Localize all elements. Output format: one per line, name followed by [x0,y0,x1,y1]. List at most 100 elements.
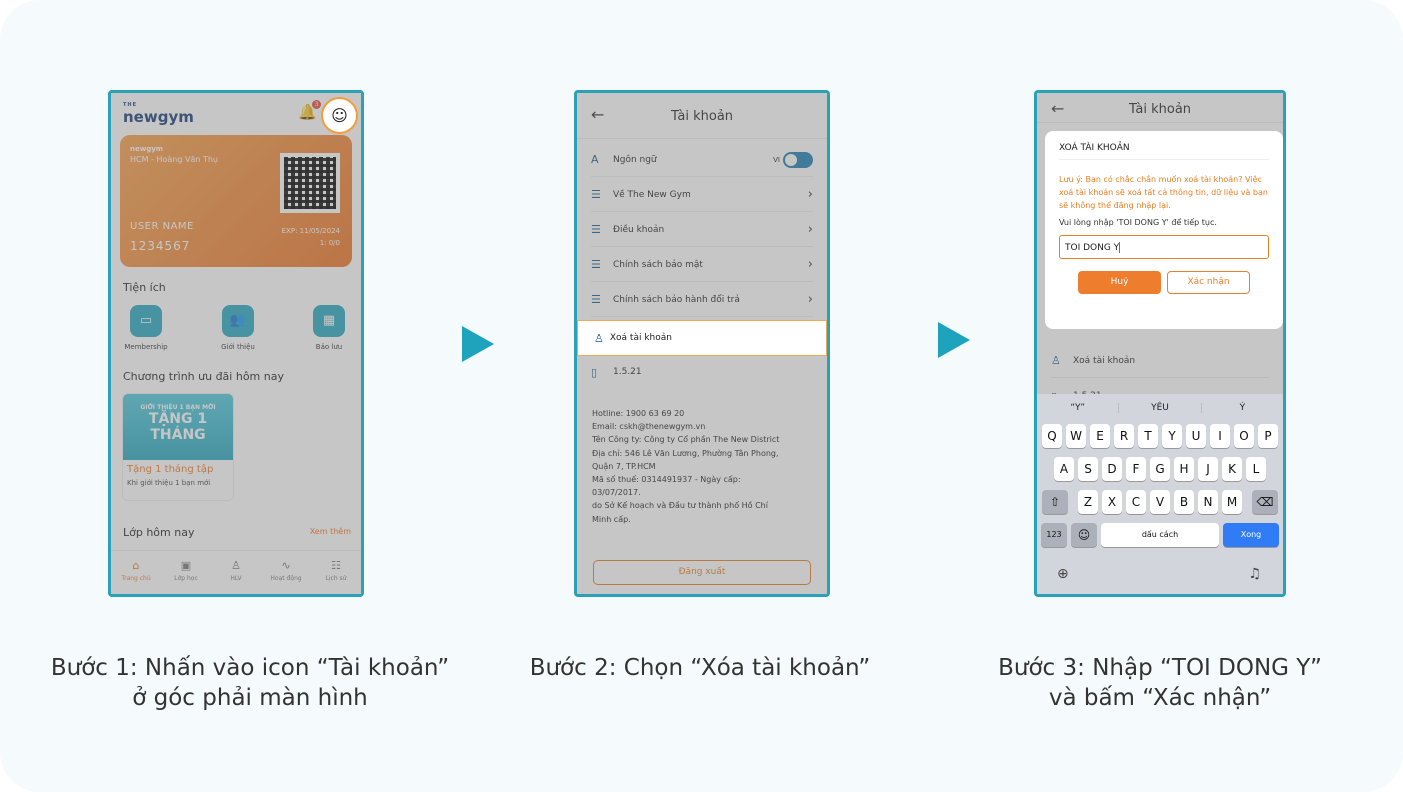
key[interactable]: Y [1162,424,1182,448]
suggestion[interactable]: “Y” [1037,403,1120,413]
step-arrow-1 [462,326,494,362]
card-user-name: USER NAME [130,221,194,232]
delete-user-icon: ♙ [1051,354,1061,367]
modal-title: XOÁ TÀI KHOẢN [1059,143,1269,160]
key[interactable]: C [1126,490,1146,514]
phone-screen-home: THE newgym 🔔 3 newgym HCM - Hoàng Văn Thụ… [108,90,364,597]
key[interactable]: P [1258,424,1278,448]
version-row: ▯ 1.5.21 [591,355,813,389]
menu-warranty[interactable]: ☰ Chính sách bảo hành đổi trả › [591,283,813,317]
microphone-icon[interactable]: ♫ [1248,566,1261,582]
card-brand: newgym [130,145,164,153]
key[interactable]: H [1174,457,1194,481]
utility-freeze[interactable]: ▦ Bảo lưu [299,305,359,351]
menu-privacy[interactable]: ☰ Chính sách bảo mật › [591,248,813,282]
confirm-text-input[interactable]: TOI DONG Y [1059,235,1269,259]
key[interactable]: R [1114,424,1134,448]
utility-referral[interactable]: 👥 Giới thiệu [208,305,268,351]
delete-account-row[interactable]: ♙ Xoá tài khoản [1051,344,1269,378]
logout-button[interactable]: Đăng xuất [593,560,811,585]
step-3-caption: Bước 3: Nhập “TOI DONG Y” và bấm “Xác nhậ… [998,655,1322,711]
numbers-key[interactable]: 123 [1041,523,1067,547]
key[interactable]: G [1150,457,1170,481]
key[interactable]: I [1210,424,1230,448]
version-text: 1.5.21 [613,367,642,377]
nav-classes[interactable]: ▣ Lớp học [161,551,211,594]
done-key[interactable]: Xong [1223,523,1279,547]
nav-activity[interactable]: ∿ Hoạt động [261,551,311,594]
utility-label: Membership [124,343,168,351]
account-icon: ☺ [331,106,348,125]
key[interactable]: T [1138,424,1158,448]
utility-label: Giới thiệu [221,343,255,351]
account-button[interactable]: ☺ [321,97,358,134]
key[interactable]: L [1246,457,1266,481]
utilities-title: Tiện ích [123,281,166,294]
utility-membership[interactable]: ▭ Membership [116,305,176,351]
suggestion[interactable]: Ý [1202,403,1283,413]
phone-screen-account: ← Tài khoản A Ngôn ngữ VI ☰ Về The New Gy… [574,90,830,597]
key[interactable]: X [1102,490,1122,514]
account-topbar: ← Tài khoản [577,93,827,139]
key[interactable]: U [1186,424,1206,448]
key[interactable]: Z [1078,490,1098,514]
newgym-logo: THE newgym [123,102,194,127]
key[interactable]: J [1198,457,1218,481]
key[interactable]: F [1126,457,1146,481]
promo-section-title: Chương trình ưu đãi hôm nay [123,370,284,383]
emoji-key[interactable]: ☺ [1071,523,1097,547]
backspace-key[interactable]: ⌫ [1252,490,1278,514]
key[interactable]: N [1198,490,1218,514]
see-more-link[interactable]: Xem thêm [310,527,351,536]
phone-screen-confirm: ← Tài khoản ♙Xoá tài khoản ▯1.5.21 XOÁ T… [1034,90,1286,597]
chevron-right-icon: › [807,257,813,272]
suggestion-bar: “Y” YÊU Ý [1037,394,1283,422]
translate-icon: A [591,153,599,166]
delete-account-row[interactable]: ♙ Xoá tài khoản [577,320,827,356]
company-info: Hotline: 1900 63 69 20 Email: cskh@thenew… [592,409,780,524]
key[interactable]: E [1090,424,1110,448]
chevron-right-icon: › [807,222,813,237]
space-key[interactable]: dấu cách [1101,523,1219,547]
list-icon: ☰ [591,293,601,306]
list-icon: ☰ [591,188,601,201]
promo-card[interactable]: GIỚI THIỆU 1 BẠN MỚI TẶNG 1 THÁNG Tặng 1… [122,393,234,501]
key[interactable]: V [1150,490,1170,514]
trainer-icon: ♙ [231,559,241,572]
promo-title: Tặng 1 tháng tập [127,464,214,475]
modal-warning: Lưu ý: Bạn có chắc chắn muốn xoá tài kho… [1059,175,1268,210]
shift-key[interactable]: ⇧ [1042,490,1068,514]
globe-icon[interactable]: ⊕ [1057,566,1069,582]
nav-home[interactable]: ⌂ Trang chủ [111,551,161,594]
language-toggle[interactable]: VI [773,151,813,168]
cancel-button[interactable]: Huỷ [1078,271,1161,294]
suggestion[interactable]: YÊU [1119,403,1202,413]
text-caret [1119,242,1121,253]
class-icon: ▣ [180,559,192,572]
key[interactable]: D [1102,457,1122,481]
list-icon: ☰ [591,258,601,271]
language-row[interactable]: A Ngôn ngữ VI [591,143,813,177]
key[interactable]: A [1054,457,1074,481]
menu-about[interactable]: ☰ Về The New Gym › [591,178,813,212]
menu-terms[interactable]: ☰ Điều khoản › [591,213,813,247]
row-label: Xoá tài khoản [609,333,672,343]
key[interactable]: B [1174,490,1194,514]
confirm-button[interactable]: Xác nhận [1167,271,1250,294]
membership-card[interactable]: newgym HCM - Hoàng Văn Thụ USER NAME 123… [120,135,352,267]
key[interactable]: K [1222,457,1242,481]
key[interactable]: O [1234,424,1254,448]
row-label: Chính sách bảo mật [613,259,703,270]
step-arrow-2 [938,322,970,358]
row-label: Điều khoản [613,224,665,235]
key[interactable]: Q [1042,424,1062,448]
nav-trainer[interactable]: ♙ HLV [211,551,261,594]
key[interactable]: W [1066,424,1086,448]
key[interactable]: M [1222,490,1242,514]
qr-code [280,153,340,213]
users-icon: 👥 [222,305,254,337]
key[interactable]: S [1078,457,1098,481]
step-2-caption: Bước 2: Chọn “Xóa tài khoản” [529,655,871,681]
nav-history[interactable]: ☷ Lịch sử [311,551,361,594]
calendar-icon: ▦ [313,305,345,337]
